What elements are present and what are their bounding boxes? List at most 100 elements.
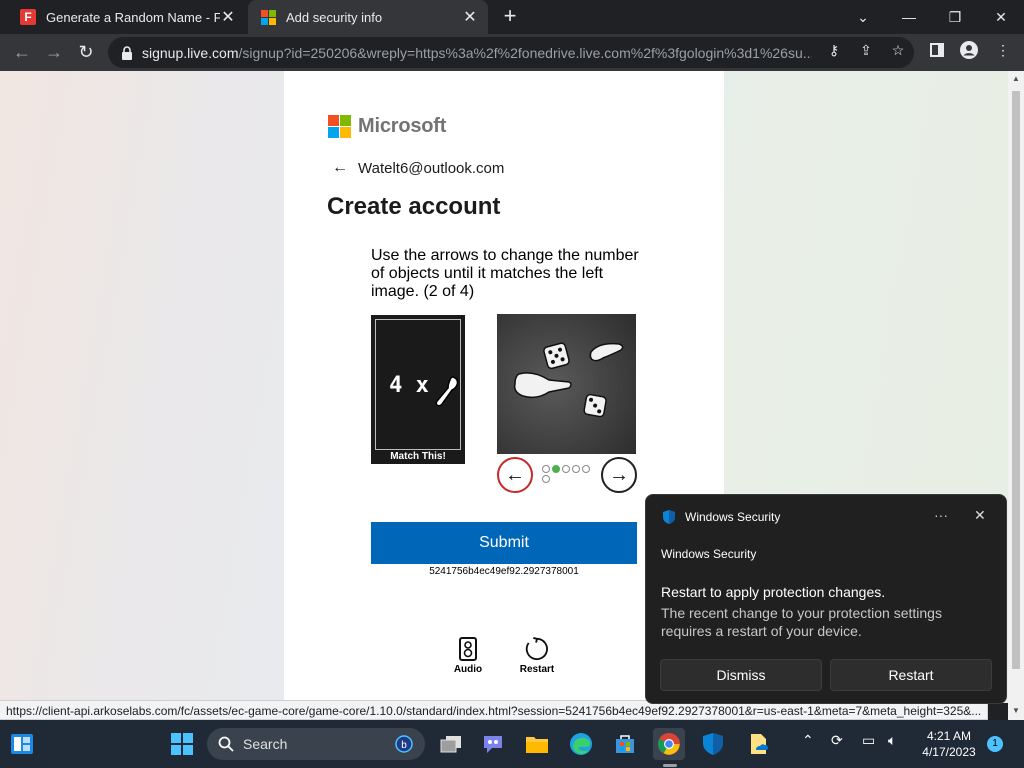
minimize-button[interactable]: — [886,0,932,34]
taskbar-clock[interactable]: 4:21 AM 4/17/2023 [918,728,980,760]
clock-time: 4:21 AM [926,729,972,743]
reload-button[interactable]: ↻ [72,38,100,66]
tab-generate-random-name[interactable]: F Generate a Random Name - Fake ✕ [8,0,246,34]
progress-dot [582,465,590,473]
browser-toolbar: ← → ↻ signup.live.com/signup?id=250206&w… [0,34,1024,71]
windows-security-taskbar-icon[interactable] [697,728,729,760]
side-panel-icon[interactable] [928,41,946,59]
scroll-thumb[interactable] [1012,91,1020,669]
microsoft-favicon-icon [260,9,276,25]
progress-dot [572,465,580,473]
bowling-pin-icon [435,376,459,407]
edge-icon[interactable] [565,728,597,760]
progress-dot [542,475,550,483]
search-label: Search [243,736,288,752]
share-icon[interactable]: ⇪ [857,41,875,59]
network-icon[interactable]: ▭ [862,732,875,749]
close-tab-icon[interactable]: ✕ [220,7,236,27]
taskbar-search[interactable]: Search b [207,728,425,760]
tab-add-security-info[interactable]: Add security info ✕ [248,0,488,34]
task-view-icon[interactable] [435,728,467,760]
microsoft-logo: Microsoft [328,115,446,138]
captcha-progress-dots [542,465,592,483]
session-id: 5241756b4ec49ef92.2927378001 [429,566,579,577]
more-options-icon[interactable]: ··· [934,507,948,523]
browser-tab-strip: F Generate a Random Name - Fake ✕ Add se… [0,0,1024,34]
close-toast-icon[interactable]: ✕ [974,507,986,524]
scroll-down-arrow-icon[interactable]: ▼ [1012,707,1020,715]
clock-date: 4/17/2023 [922,745,976,759]
progress-dot [542,465,550,473]
close-window-button[interactable]: ✕ [978,0,1024,34]
bookmark-star-icon[interactable]: ☆ [889,41,907,59]
restore-button[interactable]: ❐ [932,0,978,34]
teams-chat-icon[interactable] [477,728,509,760]
audio-button[interactable]: Audio [443,636,493,675]
bing-icon: b [395,735,413,753]
bowling-pin-icon [513,372,572,399]
next-arrow-button[interactable]: → [601,457,637,493]
microsoft-logo-icon [328,115,351,138]
new-tab-button[interactable]: + [499,5,521,27]
restart-label: Restart [519,664,555,675]
toast-heading: Restart to apply protection changes. [661,584,886,600]
microsoft-store-icon[interactable] [609,728,641,760]
onedrive-file-icon[interactable] [743,728,775,760]
key-icon[interactable]: ⚷ [825,41,843,59]
widgets-icon[interactable] [6,728,38,760]
puzzle-objects-graphic [513,342,624,418]
forward-button[interactable]: → [40,38,68,66]
submit-button[interactable]: Submit [371,522,637,564]
account-email: Watelt6@outlook.com [358,159,505,177]
profile-avatar-icon[interactable] [960,41,978,59]
speaker-icon [456,636,480,662]
notification-badge[interactable]: 1 [987,736,1003,752]
volume-icon[interactable]: 🔈︎ [888,732,896,749]
captcha-prompt: Use the arrows to change the number of o… [371,247,639,300]
back-arrow-icon[interactable]: ← [332,159,348,177]
windows-taskbar: Search b ⌃ ⟳ ▭ 🔈︎ 4:21 AM 4/17/2023 1 [0,720,1024,768]
svg-text:b: b [401,740,407,751]
arrow-left-icon: ← [505,463,525,486]
show-hidden-icons-chevron-icon[interactable]: ⌃ [802,732,814,749]
chrome-active-indicator [663,764,677,767]
url-path: /signup?id=250206&wreply=https%3a%2f%2fo… [238,44,813,61]
tab-title: Add security info [286,9,383,25]
previous-arrow-button[interactable]: ← [497,457,533,493]
url-host: signup.live.com [142,44,239,61]
microsoft-wordmark: Microsoft [358,115,447,137]
close-tab-icon[interactable]: ✕ [462,7,478,27]
restart-button[interactable]: Restart [830,659,992,691]
captcha-target-image: 4 x Match This! [371,315,465,464]
chrome-taskbar-icon[interactable] [653,728,685,760]
back-button[interactable]: ← [8,38,36,66]
lock-icon [122,45,132,60]
page-title: Create account [327,193,501,220]
match-caption: Match This! [390,451,446,462]
progress-dot [562,465,570,473]
address-bar[interactable]: signup.live.com/signup?id=250206&wreply=… [108,37,914,68]
toast-app-name: Windows Security [685,510,781,524]
shield-icon [663,510,675,524]
windows-security-notification: Windows Security ··· ✕ Windows Security … [645,494,1007,704]
bowling-pin-icon [589,342,624,362]
tab-search-chevron-icon[interactable]: ⌄ [840,0,886,34]
restart-icon [525,636,549,662]
progress-dot-current [552,465,560,473]
dismiss-button[interactable]: Dismiss [660,659,822,691]
back-to-email[interactable]: ← Watelt6@outlook.com [332,159,504,177]
toast-source: Windows Security [661,547,757,561]
file-explorer-icon[interactable] [521,728,553,760]
toast-body: The recent change to your protection set… [661,605,942,639]
audio-label: Audio [453,664,483,675]
chrome-menu-icon[interactable]: ⋮ [994,41,1012,59]
dice-icon [583,393,607,418]
restart-captcha-button[interactable]: Restart [512,636,562,675]
start-button-icon[interactable] [166,728,198,760]
captcha-puzzle-image [497,314,636,454]
page-scrollbar[interactable]: ▲ ▼ [1008,71,1024,720]
sync-icon[interactable]: ⟳ [831,732,843,749]
search-icon [218,736,234,752]
tab-title: Generate a Random Name - Fake [46,9,220,25]
scroll-up-arrow-icon[interactable]: ▲ [1012,75,1020,83]
